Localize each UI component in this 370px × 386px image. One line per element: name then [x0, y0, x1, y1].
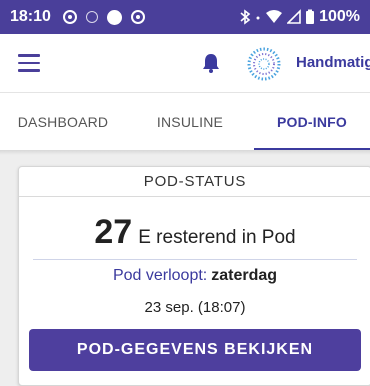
tab-shadow	[0, 150, 370, 155]
mode-ring-icon[interactable]	[246, 46, 282, 82]
bluetooth-icon	[240, 9, 251, 25]
view-pod-details-button[interactable]: POD-GEGEVENS BEKIJKEN	[29, 329, 361, 371]
menu-icon[interactable]	[18, 54, 40, 72]
remaining-insulin: 27 E resterend in Pod	[19, 213, 370, 252]
remaining-unit: E resterend in Pod	[138, 227, 296, 248]
wifi-icon	[266, 10, 283, 23]
tab-dashboard[interactable]: DASHBOARD	[0, 93, 126, 151]
bell-icon[interactable]	[200, 52, 222, 74]
divider	[33, 259, 357, 260]
expiry-day: zaterdag	[211, 267, 278, 284]
expiry-label: Pod verloopt:	[112, 267, 208, 284]
signal-icon	[287, 9, 301, 24]
sync-icon	[130, 10, 145, 24]
pod-expiry: Pod verloopt: zaterdag	[19, 267, 370, 285]
info-icon	[85, 11, 98, 23]
remaining-value: 27	[94, 213, 133, 251]
expiry-date: 23 sep. (18:07)	[144, 299, 246, 316]
record-icon	[62, 10, 77, 24]
tab-bar: DASHBOARD INSULINE POD-INFO	[0, 92, 370, 151]
mode-label[interactable]: Handmatig	[296, 54, 370, 71]
battery-icon	[306, 9, 315, 24]
pod-status-header: POD-STATUS	[19, 167, 370, 197]
status-bar: 18:10 100%	[0, 0, 370, 34]
battery-percent: 100%	[319, 8, 360, 25]
status-time: 18:10	[10, 8, 51, 25]
app-bar: Handmatig	[0, 34, 370, 92]
system-icons: 100%	[239, 8, 360, 26]
pod-status-card: POD-STATUS 27 E resterend in Pod Pod verl…	[18, 166, 370, 386]
notification-icons	[62, 9, 145, 25]
tab-insuline[interactable]: INSULINE	[126, 93, 254, 151]
dot-icon	[106, 9, 122, 25]
tab-pod-info[interactable]: POD-INFO	[254, 93, 370, 151]
data-arrow-icon	[256, 16, 260, 20]
